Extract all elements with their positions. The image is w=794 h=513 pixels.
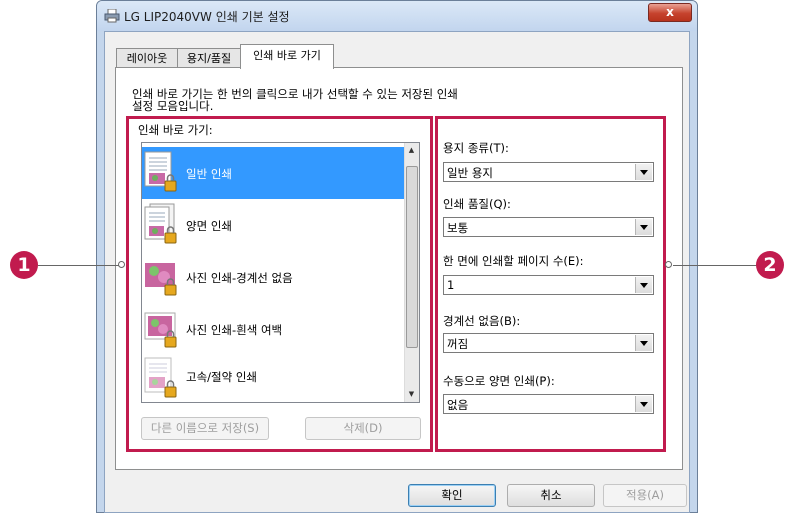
tab-layout[interactable]: 레이아웃	[116, 48, 178, 68]
callout-leader-2	[673, 265, 757, 266]
callout-dot-1	[118, 261, 125, 268]
callout-number-2: 2	[756, 251, 784, 279]
tab-paper-quality[interactable]: 용지/품질	[177, 48, 241, 68]
apply-button[interactable]: 적용(A)	[603, 484, 687, 507]
window-title: LG LIP2040VW 인쇄 기본 설정	[124, 10, 290, 24]
callout-leader-1	[38, 265, 122, 266]
ok-button[interactable]: 확인	[408, 484, 496, 507]
cancel-button[interactable]: 취소	[507, 484, 595, 507]
tab-print-shortcuts[interactable]: 인쇄 바로 가기	[240, 44, 334, 69]
callout-number-1: 1	[10, 251, 38, 279]
callout-dot-2	[665, 261, 672, 268]
close-button[interactable]: x	[648, 3, 692, 22]
callout-box-2	[435, 116, 666, 452]
shortcuts-description: 인쇄 바로 가기는 한 번의 클릭으로 내가 선택할 수 있는 저장된 인쇄 설…	[132, 87, 458, 113]
close-icon: x	[666, 5, 674, 19]
callout-box-1	[126, 116, 433, 452]
printer-icon	[104, 8, 120, 23]
